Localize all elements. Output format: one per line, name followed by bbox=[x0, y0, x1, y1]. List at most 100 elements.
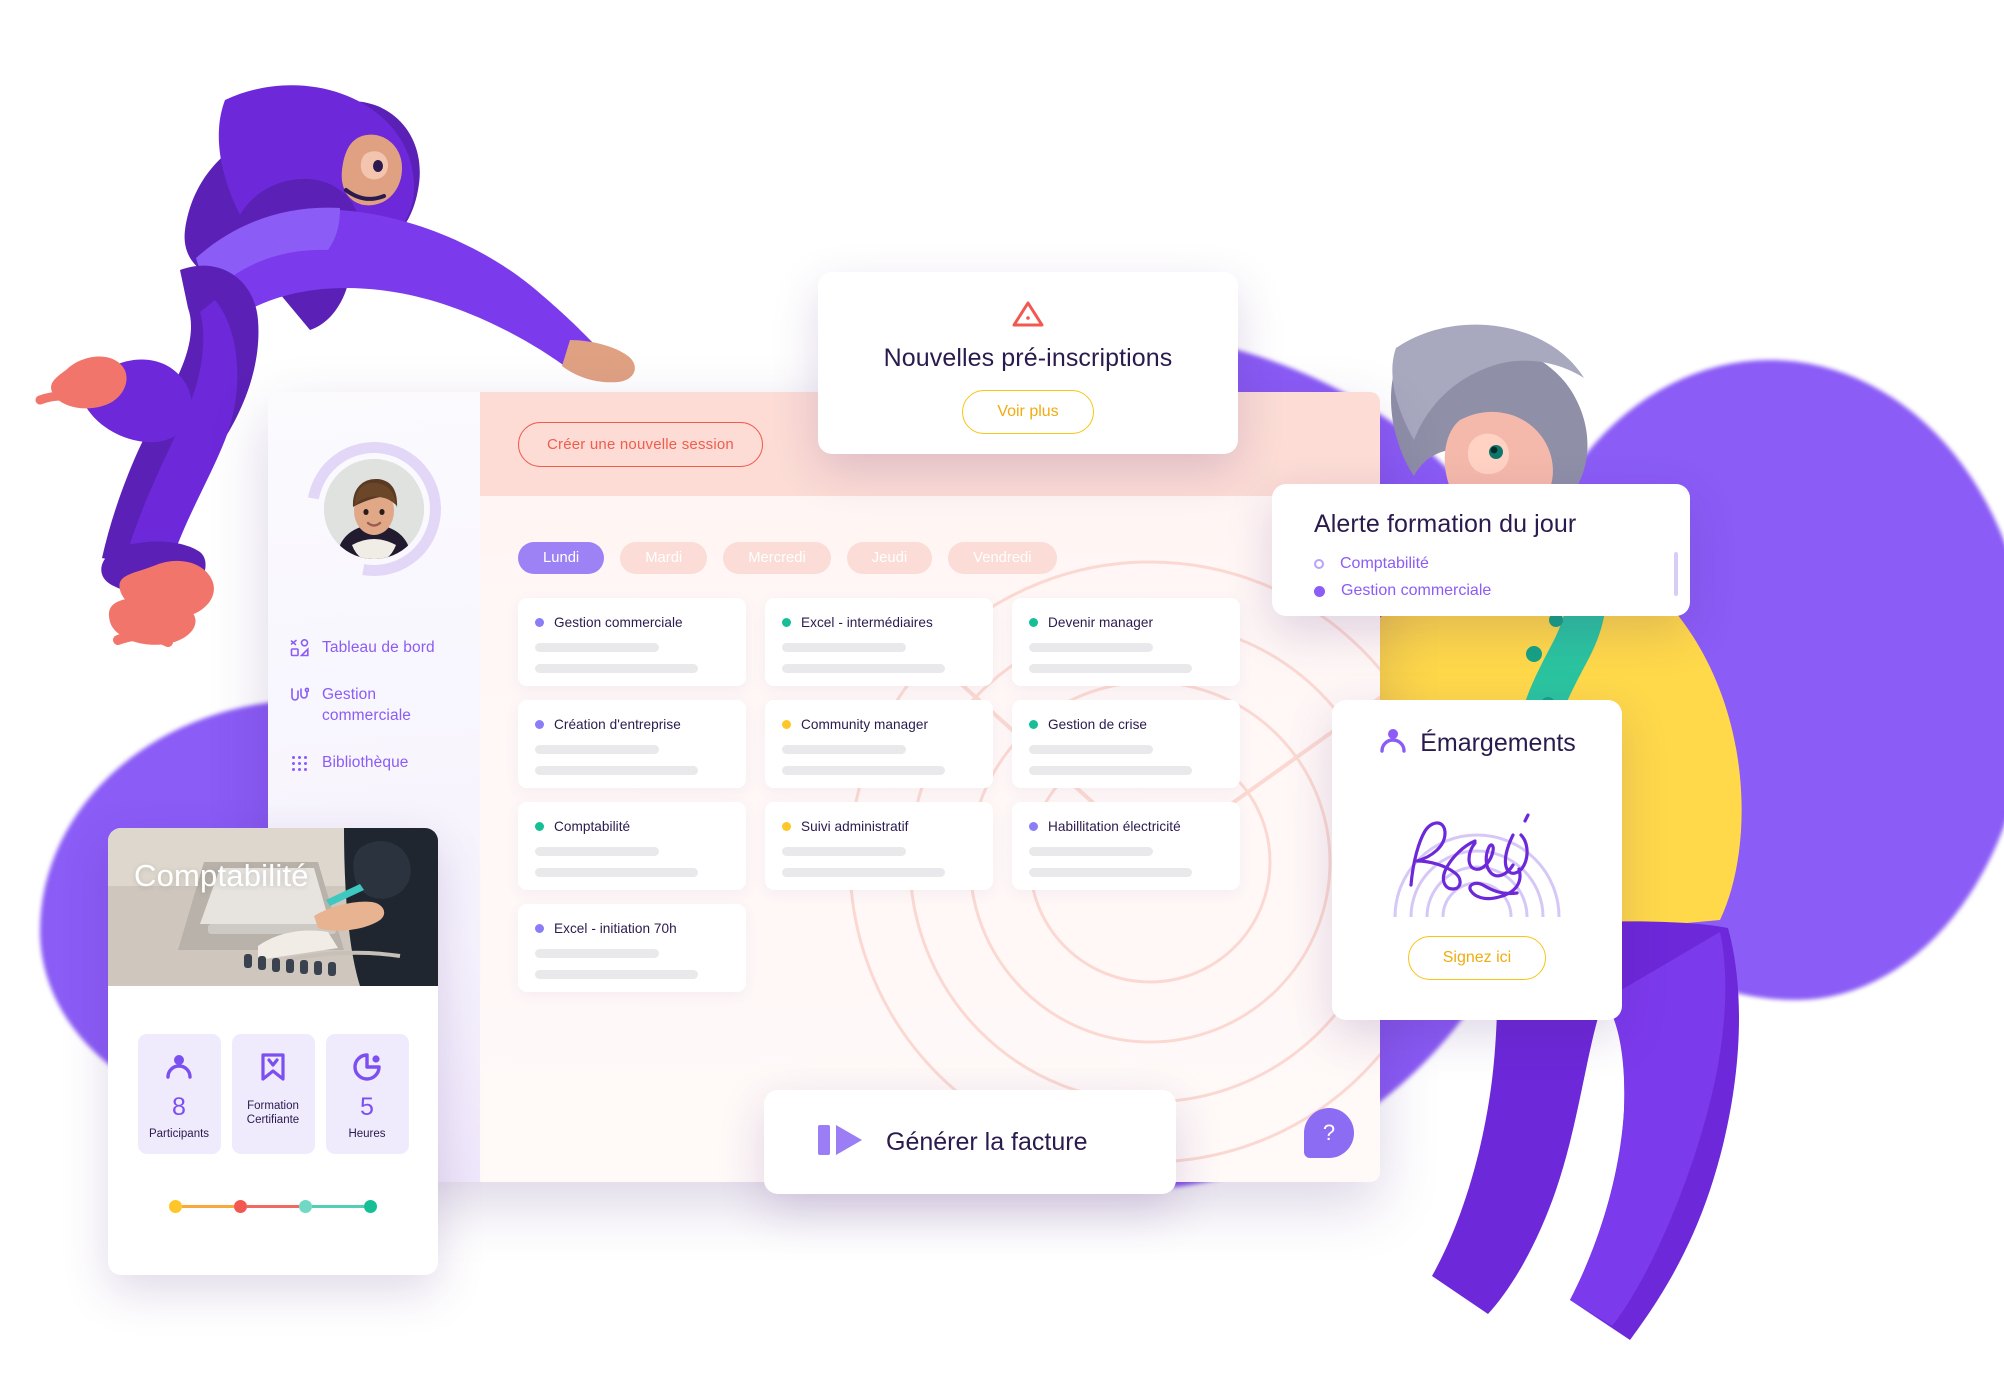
signez-ici-button[interactable]: Signez ici bbox=[1407, 936, 1547, 980]
skeleton-line bbox=[1029, 745, 1154, 754]
skeleton-line bbox=[1029, 868, 1192, 877]
day-tabs: Lundi Mardi Mercredi Jeudi Vendredi bbox=[480, 496, 1380, 574]
status-dot bbox=[535, 720, 544, 729]
sidebar-item-label: Tableau de bord bbox=[322, 639, 435, 656]
preinscriptions-title: Nouvelles pré-inscriptions bbox=[883, 344, 1173, 372]
stat-label: Participants bbox=[148, 1128, 210, 1140]
session-card-title: Suivi administratif bbox=[801, 819, 909, 834]
day-tab-vendredi[interactable]: Vendredi bbox=[948, 542, 1057, 574]
progress-tracker bbox=[108, 1154, 438, 1213]
skeleton-line bbox=[782, 766, 945, 775]
comptabilite-stats: 8 Participants Formation Certifiante 5 H… bbox=[108, 986, 438, 1154]
stat-label: Heures bbox=[348, 1128, 386, 1140]
status-dot bbox=[782, 822, 791, 831]
skeleton-line bbox=[782, 664, 945, 673]
session-card[interactable]: Création d'entreprise bbox=[518, 700, 746, 788]
skeleton-line bbox=[782, 745, 907, 754]
session-card[interactable]: Comptabilité bbox=[518, 802, 746, 890]
sidebar-item-bibliotheque[interactable]: Bibliothèque bbox=[290, 753, 480, 774]
generer-facture-label: Générer la facture bbox=[886, 1127, 1088, 1156]
day-tab-mardi[interactable]: Mardi bbox=[620, 542, 708, 574]
session-card-title: Habillitation électricité bbox=[1048, 819, 1181, 834]
progress-line bbox=[247, 1205, 299, 1208]
emargements-title: Émargements bbox=[1420, 729, 1576, 757]
sidebar-item-label: Gestion commerciale bbox=[322, 685, 411, 724]
status-dot bbox=[1029, 720, 1038, 729]
stat-value: 5 bbox=[360, 1093, 374, 1121]
skeleton-line bbox=[535, 949, 660, 958]
skeleton-line bbox=[535, 868, 698, 877]
status-dot bbox=[782, 618, 791, 627]
sidebar-item-gestion-commerciale[interactable]: Gestion commerciale bbox=[290, 685, 480, 727]
progress-line bbox=[182, 1205, 234, 1208]
play-icon bbox=[818, 1121, 864, 1164]
comptabilite-photo: Comptabilité bbox=[108, 828, 438, 986]
skeleton-line bbox=[535, 643, 660, 652]
session-card-title: Gestion de crise bbox=[1048, 717, 1148, 732]
status-dot bbox=[535, 618, 544, 627]
session-card-title: Community manager bbox=[801, 717, 929, 732]
day-tab-jeudi[interactable]: Jeudi bbox=[846, 542, 933, 574]
progress-dot[interactable] bbox=[169, 1200, 182, 1213]
status-dot bbox=[535, 822, 544, 831]
status-dot bbox=[1029, 822, 1038, 831]
dashboard-icon bbox=[290, 639, 309, 658]
stat-value: 8 bbox=[172, 1093, 186, 1121]
flow-icon bbox=[290, 686, 309, 705]
skeleton-line bbox=[782, 847, 907, 856]
session-card[interactable]: Suivi administratif bbox=[765, 802, 993, 890]
person-icon bbox=[1378, 726, 1408, 761]
sidebar-item-tableau-de-bord[interactable]: Tableau de bord bbox=[290, 638, 480, 659]
stat-label: Formation Certifiante bbox=[246, 1100, 300, 1127]
skeleton-line bbox=[1029, 766, 1192, 775]
session-card[interactable]: Community manager bbox=[765, 700, 993, 788]
create-session-button[interactable]: Créer une nouvelle session bbox=[518, 421, 763, 467]
preinscriptions-card: Nouvelles pré-inscriptions Voir plus bbox=[818, 272, 1238, 454]
session-card-title: Création d'entreprise bbox=[554, 717, 681, 732]
sidebar-item-label: Bibliothèque bbox=[322, 753, 409, 771]
signature-icon bbox=[1393, 813, 1561, 918]
session-card[interactable]: Habillitation électricité bbox=[1012, 802, 1240, 890]
stat-heures: 5 Heures bbox=[325, 1034, 409, 1154]
session-card[interactable]: Devenir manager bbox=[1012, 598, 1240, 686]
session-card-title: Excel - intermédiaires bbox=[801, 615, 933, 630]
progress-dot[interactable] bbox=[364, 1200, 377, 1213]
comptabilite-title: Comptabilité bbox=[134, 858, 309, 893]
day-tab-lundi[interactable]: Lundi bbox=[518, 542, 605, 574]
session-card[interactable]: Excel - intermédiaires bbox=[765, 598, 993, 686]
skeleton-line bbox=[535, 664, 698, 673]
bookmark-check-icon bbox=[257, 1049, 289, 1085]
grid-dots-icon bbox=[290, 754, 309, 773]
session-card[interactable]: Gestion de crise bbox=[1012, 700, 1240, 788]
skeleton-line bbox=[1029, 847, 1154, 856]
session-card[interactable]: Excel - initiation 70h bbox=[518, 904, 746, 992]
skeleton-line bbox=[782, 868, 945, 877]
stat-participants: 8 Participants bbox=[137, 1034, 221, 1154]
session-card-title: Devenir manager bbox=[1048, 615, 1154, 630]
person-icon bbox=[164, 1049, 194, 1085]
sidebar-nav: Tableau de bord Gestion commerciale Bibl… bbox=[268, 638, 480, 774]
status-dot bbox=[1029, 618, 1038, 627]
skeleton-line bbox=[535, 766, 698, 775]
skeleton-line bbox=[535, 745, 660, 754]
day-tab-mercredi[interactable]: Mercredi bbox=[723, 542, 831, 574]
status-dot bbox=[535, 924, 544, 933]
skeleton-line bbox=[535, 970, 698, 979]
page-root: Tableau de bord Gestion commerciale Bibl… bbox=[0, 0, 2004, 1385]
session-card-grid: Gestion commerciale Excel - intermédiair… bbox=[480, 574, 1380, 992]
skeleton-line bbox=[535, 847, 660, 856]
skeleton-line bbox=[1029, 664, 1192, 673]
warning-triangle-icon bbox=[1011, 299, 1045, 329]
session-card-title: Comptabilité bbox=[554, 819, 631, 834]
progress-dot[interactable] bbox=[234, 1200, 247, 1213]
avatar bbox=[280, 415, 468, 603]
help-button[interactable]: ? bbox=[1304, 1108, 1354, 1158]
scrollbar-thumb[interactable] bbox=[1674, 552, 1678, 596]
progress-dot[interactable] bbox=[299, 1200, 312, 1213]
voir-plus-button[interactable]: Voir plus bbox=[962, 390, 1094, 434]
comptabilite-card: Comptabilité 8 Participants Formation Ce… bbox=[108, 828, 438, 1275]
session-card-title: Excel - initiation 70h bbox=[554, 921, 677, 936]
session-card[interactable]: Gestion commerciale bbox=[518, 598, 746, 686]
session-card-title: Gestion commerciale bbox=[554, 615, 683, 630]
generer-facture-card[interactable]: Générer la facture bbox=[764, 1090, 1176, 1194]
